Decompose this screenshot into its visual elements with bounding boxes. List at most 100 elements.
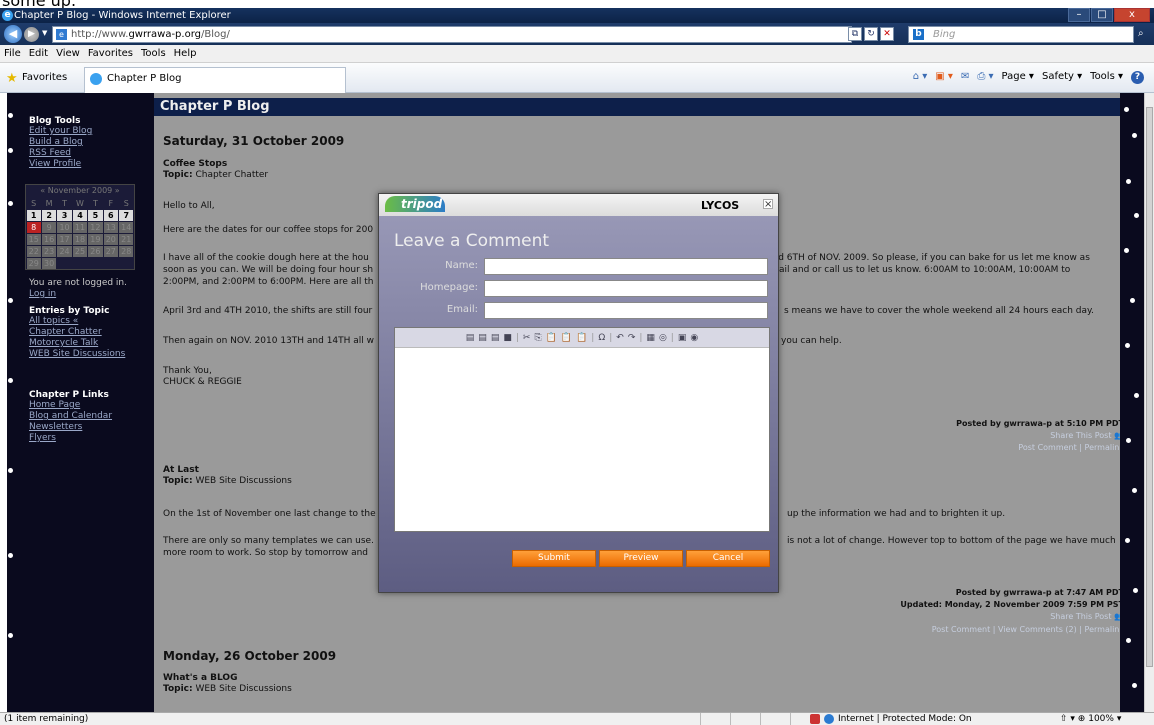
web-site-discussions-link[interactable]: WEB Site Discussions (29, 349, 154, 360)
name-input[interactable] (484, 258, 768, 275)
menu-edit[interactable]: Edit (25, 45, 52, 63)
menu-view[interactable]: View (52, 45, 84, 63)
post-links-text[interactable]: Post Comment | Permalink (1018, 443, 1124, 452)
post-text: and 6TH of NOV. 2009. So please, if you … (767, 253, 1090, 263)
help-icon[interactable]: ◉ (690, 333, 698, 343)
log-in-link[interactable]: Log in (29, 289, 154, 300)
home-page-link[interactable]: Home Page (29, 400, 154, 411)
all-topics-link[interactable]: All topics « (29, 316, 154, 327)
view-profile-link[interactable]: View Profile (29, 159, 154, 170)
menu-favorites[interactable]: Favorites (84, 45, 137, 63)
search-icon[interactable]: ⌕ (1138, 28, 1144, 39)
feeds-icon[interactable]: ▣ ▾ (935, 71, 953, 84)
protected-icon[interactable]: ⇧ ▾ (1060, 714, 1075, 724)
chapter-chatter-link[interactable]: Chapter Chatter (29, 327, 154, 338)
topic-link[interactable]: Chapter Chatter (195, 170, 268, 180)
refresh-icon[interactable]: ↻ (864, 27, 878, 41)
recent-pages-dropdown[interactable]: ▼ (42, 29, 47, 37)
topic-link[interactable]: WEB Site Discussions (195, 684, 291, 694)
link-icon[interactable]: ◎ (659, 333, 667, 343)
zoom-dropdown[interactable]: ▾ (1117, 714, 1122, 724)
paste-text-icon[interactable]: 📋 (561, 333, 572, 343)
stop-icon[interactable]: ✕ (880, 27, 894, 41)
zoom-control[interactable]: ⇧ ▾ ⊕ 100% ▾ (1060, 713, 1121, 725)
safety-menu[interactable]: Safety ▾ (1042, 71, 1082, 84)
left-decor-dots (6, 93, 16, 712)
paste-word-icon[interactable]: 📋 (576, 333, 587, 343)
security-zone[interactable]: Internet | Protected Mode: On (810, 713, 976, 725)
edit-blog-link[interactable]: Edit your Blog (29, 126, 154, 137)
rss-feed-link[interactable]: RSS Feed (29, 148, 154, 159)
forward-button[interactable]: ▶ (24, 27, 39, 42)
post-links-text[interactable]: Post Comment | View Comments (2) | Perma… (932, 625, 1124, 634)
align-center-icon[interactable]: ▤ (478, 333, 487, 343)
page-menu[interactable]: Page ▾ (1002, 71, 1034, 84)
blog-calendar-link[interactable]: Blog and Calendar (29, 411, 154, 422)
maximize-button[interactable]: □ (1091, 8, 1113, 22)
page-scrollbar[interactable] (1144, 93, 1154, 712)
share-label[interactable]: Share This Post (1050, 612, 1111, 621)
blog-header[interactable]: Chapter P Blog (154, 98, 1130, 116)
menu-tools[interactable]: Tools (137, 45, 170, 63)
minimize-button[interactable]: – (1068, 8, 1090, 22)
newsletters-link[interactable]: Newsletters (29, 422, 154, 433)
email-input[interactable] (484, 302, 768, 319)
address-input[interactable]: e http://www.gwrrawa-p.org/Blog/ (52, 26, 852, 43)
share-label[interactable]: Share This Post (1050, 431, 1111, 440)
url-domain: gwrrawa-p.org (128, 29, 201, 40)
favorites-bar: ★ Favorites Chapter P Blog ⌂ ▾ ▣ ▾ ✉ ⎙ ▾… (0, 63, 1154, 93)
post-title[interactable]: At Last (163, 465, 199, 475)
preview-button[interactable]: Preview (599, 550, 683, 567)
post-title[interactable]: Coffee Stops (163, 159, 227, 169)
help-icon[interactable]: ? (1131, 71, 1144, 84)
share-post-link[interactable]: Share This Post 👥 (1050, 612, 1124, 621)
back-button[interactable]: ◀ (4, 25, 22, 43)
cropped-text: some up. (0, 0, 1154, 8)
menu-help[interactable]: Help (170, 45, 201, 63)
tab-chapter-p-blog[interactable]: Chapter P Blog (84, 67, 346, 93)
special-char-icon[interactable]: Ω (598, 333, 605, 343)
homepage-input[interactable] (484, 280, 768, 297)
favorites-star-icon[interactable]: ★ (6, 71, 18, 86)
topic-link[interactable]: WEB Site Discussions (195, 476, 291, 486)
source-icon[interactable]: ▣ (678, 333, 687, 343)
cut-icon[interactable]: ✂ (523, 333, 531, 343)
post-text: Thank You, (163, 366, 212, 376)
menu-file[interactable]: File (0, 45, 25, 63)
motorcycle-talk-link[interactable]: Motorcycle Talk (29, 338, 154, 349)
undo-icon[interactable]: ↶ (616, 333, 624, 343)
submit-button[interactable]: Submit (512, 550, 596, 567)
copy-icon[interactable]: ⎘ (534, 333, 541, 343)
align-right-icon[interactable]: ▤ (491, 333, 500, 343)
dialog-header: tripod LYCOS × (379, 194, 778, 216)
comment-editor[interactable]: ▤ ▤ ▤ ■ | ✂ ⎘ 📋 📋 📋 | Ω | ↶ ↷ | ▦ ◎ | ▣ … (394, 327, 770, 532)
compat-view-icon[interactable]: ⧉ (848, 27, 862, 41)
tools-menu[interactable]: Tools ▾ (1090, 71, 1123, 84)
scrollbar-thumb[interactable] (1146, 107, 1153, 667)
share-post-link[interactable]: Share This Post 👥 (1050, 431, 1124, 440)
favorites-button[interactable]: Favorites (22, 72, 67, 83)
close-window-button[interactable]: x (1114, 8, 1150, 22)
build-blog-link[interactable]: Build a Blog (29, 137, 154, 148)
search-input[interactable]: b Bing (908, 26, 1134, 43)
post-links[interactable]: Post Comment | View Comments (2) | Perma… (932, 625, 1124, 634)
post-text: s means we have to cover the whole weeke… (784, 306, 1094, 316)
popup-blocked-icon[interactable] (810, 714, 820, 724)
chapter-links-title: Chapter P Links (29, 390, 109, 400)
address-bar-row: ◀ ▶ ▼ e http://www.gwrrawa-p.org/Blog/ ⧉… (0, 23, 1154, 45)
cancel-button[interactable]: Cancel (686, 550, 770, 567)
home-icon[interactable]: ⌂ ▾ (913, 71, 928, 84)
mail-icon[interactable]: ✉ (961, 71, 969, 84)
paste-icon[interactable]: 📋 (546, 333, 557, 343)
post-links[interactable]: Post Comment | Permalink (1018, 443, 1124, 452)
calendar-month[interactable]: « November 2009 » (26, 185, 134, 197)
print-icon[interactable]: ⎙ ▾ (977, 71, 993, 84)
justify-icon[interactable]: ■ (503, 333, 512, 343)
redo-icon[interactable]: ↷ (628, 333, 636, 343)
zone-text: Internet | Protected Mode: On (838, 714, 972, 724)
dialog-close-button[interactable]: × (763, 199, 773, 210)
post-title[interactable]: What's a BLOG (163, 673, 237, 683)
image-icon[interactable]: ▦ (646, 333, 655, 343)
flyers-link[interactable]: Flyers (29, 433, 154, 444)
align-left-icon[interactable]: ▤ (466, 333, 475, 343)
